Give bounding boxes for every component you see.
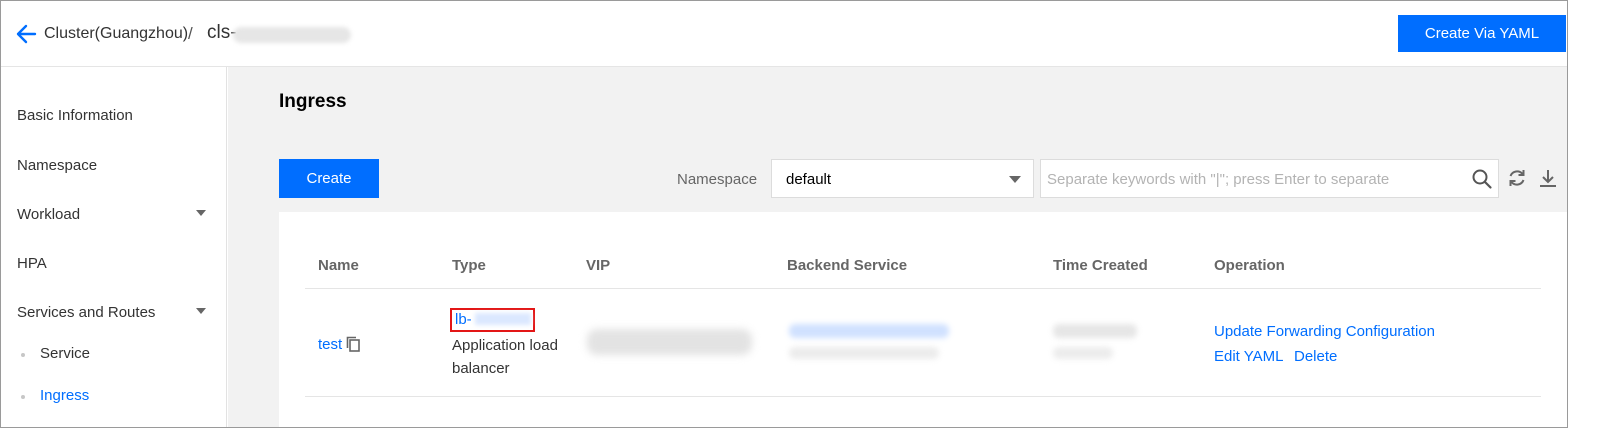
load-balancer-id-redacted [475, 313, 531, 325]
time-created-redacted [1053, 324, 1137, 338]
breadcrumb-separator: / [188, 24, 193, 43]
top-bar: Cluster(Guangzhou) / cls- Create Via YAM… [1, 1, 1567, 67]
main-content: Ingress Create Namespace default Na [228, 67, 1567, 427]
sidebar-item-services-and-routes[interactable]: Services and Routes [17, 304, 155, 321]
bullet-icon [21, 353, 25, 357]
sidebar-subitem-ingress[interactable]: Ingress [40, 387, 89, 404]
refresh-icon[interactable] [1506, 167, 1528, 189]
sidebar: Basic Information Namespace Workload HPA… [1, 67, 227, 427]
cluster-id-redacted [233, 27, 351, 43]
update-forwarding-configuration-link[interactable]: Update Forwarding Configuration [1214, 323, 1435, 340]
column-header-time-created: Time Created [1053, 257, 1148, 274]
time-created-detail-redacted [1053, 347, 1113, 359]
delete-link[interactable]: Delete [1294, 348, 1337, 365]
column-header-vip: VIP [586, 257, 611, 274]
header-divider [305, 288, 1541, 289]
backend-service-detail-redacted [789, 347, 939, 359]
app-window: Cluster(Guangzhou) / cls- Create Via YAM… [0, 0, 1568, 428]
ingress-name-link[interactable]: test [318, 336, 342, 353]
sidebar-item-workload[interactable]: Workload [17, 206, 80, 223]
create-button[interactable]: Create [279, 159, 379, 198]
search-icon[interactable] [1471, 168, 1493, 190]
namespace-select-value: default [786, 171, 832, 188]
search-input[interactable] [1047, 168, 1457, 190]
column-header-operation: Operation [1214, 257, 1285, 274]
vip-redacted [587, 329, 752, 355]
backend-service-redacted [789, 324, 949, 338]
breadcrumb-cluster[interactable]: Cluster(Guangzhou) [44, 25, 188, 43]
column-header-name: Name [318, 257, 359, 274]
row-divider [305, 396, 1541, 397]
copy-icon[interactable] [345, 336, 361, 352]
sidebar-subitem-service[interactable]: Service [40, 345, 90, 362]
chevron-down-icon[interactable] [196, 210, 206, 216]
search-box [1040, 159, 1499, 198]
sidebar-item-hpa[interactable]: HPA [17, 255, 47, 272]
back-arrow-icon[interactable] [15, 23, 37, 45]
sidebar-item-namespace[interactable]: Namespace [17, 157, 97, 174]
load-balancer-type: Application load balancer [452, 337, 558, 377]
column-header-backend-service: Backend Service [787, 257, 908, 274]
chevron-down-icon [1009, 176, 1021, 183]
edit-yaml-link[interactable]: Edit YAML [1214, 348, 1283, 365]
ingress-table: Name Type VIP Backend Service Time Creat… [279, 212, 1567, 427]
column-header-type: Type [452, 257, 486, 274]
download-icon[interactable] [1537, 167, 1559, 189]
namespace-label: Namespace [677, 171, 758, 188]
bullet-icon [21, 395, 25, 399]
page-title: Ingress [279, 91, 347, 112]
chevron-down-icon[interactable] [196, 308, 206, 314]
sidebar-item-basic-information[interactable]: Basic Information [17, 107, 133, 124]
create-via-yaml-button[interactable]: Create Via YAML [1398, 15, 1566, 52]
load-balancer-id: lb- [455, 311, 472, 328]
namespace-select[interactable]: default [771, 159, 1034, 198]
